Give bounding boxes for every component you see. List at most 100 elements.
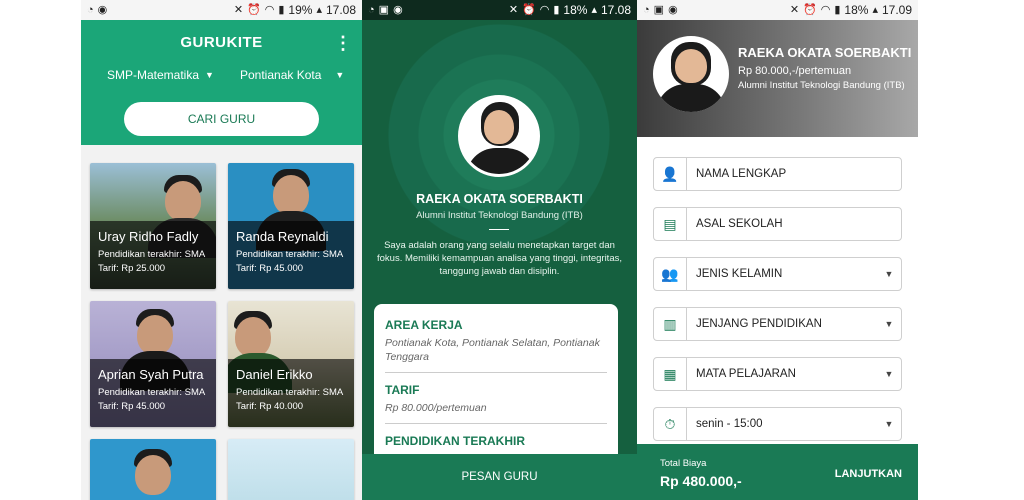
schedule-select[interactable]: ⏱ senin - 15:00 ▼ — [653, 407, 902, 441]
battery-icon: ▮ — [553, 4, 560, 16]
checkout-bar: Total Biaya Rp 480.000,- LANJUTKAN — [637, 444, 918, 500]
teacher-bio: Saya adalah orang yang selalu menetapkan… — [376, 240, 622, 277]
open-book-icon: ▥ — [654, 308, 687, 340]
person-icon: 👤 — [654, 158, 687, 190]
avatar — [653, 36, 729, 112]
teacher-card[interactable] — [90, 439, 216, 500]
whatsapp-icon: ◔ — [643, 4, 650, 16]
teacher-name: Uray Ridho Fadly — [98, 229, 199, 244]
wifi-icon: ◠ — [539, 4, 550, 16]
chat-icon: ◉ — [668, 4, 678, 16]
teacher-info: Randa Reynaldi Pendidikan terakhir: SMA … — [228, 221, 354, 289]
teacher-education: Pendidikan terakhir: SMA — [236, 387, 344, 398]
total-value: Rp 480.000,- — [660, 473, 742, 489]
clock: 17.09 — [881, 3, 912, 17]
teacher-card[interactable] — [228, 439, 354, 500]
city-dropdown[interactable]: Pontianak Kota ▼ — [240, 68, 344, 82]
alarm-icon: ⏰ — [803, 4, 817, 16]
image-icon: ▣ — [378, 4, 390, 16]
people-icon: 👥 — [654, 258, 687, 290]
teacher-info: Aprian Syah Putra Pendidikan terakhir: S… — [90, 359, 216, 427]
gender-select[interactable]: 👥 JENIS KELAMIN ▼ — [653, 257, 902, 291]
book-icon: ▤ — [654, 208, 687, 240]
city-dropdown-label: Pontianak Kota — [240, 68, 322, 82]
chevron-down-icon: ▼ — [335, 70, 345, 80]
chevron-down-icon: ▼ — [884, 319, 894, 329]
teacher-name: Daniel Erikko — [236, 367, 313, 382]
more-menu-icon[interactable]: ⋮ — [334, 33, 352, 54]
tarif-value: Rp 80.000/pertemuan — [385, 402, 487, 414]
school-field[interactable]: ▤ ASAL SEKOLAH — [653, 207, 902, 241]
education-label: PENDIDIKAN TERAKHIR — [385, 434, 526, 448]
level-select[interactable]: ▥ JENJANG PENDIDIKAN ▼ — [653, 307, 902, 341]
battery-icon: ▮ — [278, 4, 285, 16]
app-header: GURUKITE ⋮ SMP-Matematika ▼ Pontianak Ko… — [81, 20, 362, 145]
battery-level: 18% — [844, 3, 869, 17]
continue-button[interactable]: LANJUTKAN — [835, 468, 902, 480]
alarm-icon: ⏰ — [522, 4, 536, 16]
clock: 17.08 — [600, 3, 631, 17]
teacher-name: Randa Reynaldi — [236, 229, 329, 244]
divider — [385, 372, 607, 373]
status-bar: ◔ ◉ ✕ ⏰ ◠ ▮ 19% ▴ 17.08 — [81, 0, 362, 20]
avatar — [458, 95, 540, 177]
teacher-alumni: Alumni Institut Teknologi Bandung (ITB) — [738, 80, 905, 91]
teacher-card[interactable]: Uray Ridho Fadly Pendidikan terakhir: SM… — [90, 163, 216, 289]
battery-level: 18% — [563, 3, 588, 17]
signal-icon: ▴ — [591, 4, 597, 16]
area-label: AREA KERJA — [385, 318, 463, 332]
teacher-photo — [90, 439, 216, 500]
teacher-rate: Rp 80.000,-/pertemuan — [738, 65, 852, 77]
whatsapp-icon: ◔ — [368, 4, 375, 16]
chevron-down-icon: ▼ — [884, 419, 894, 429]
subject-select[interactable]: ▦ MATA PELAJARAN ▼ — [653, 357, 902, 391]
signal-icon: ▴ — [316, 4, 322, 16]
teacher-rate: Tarif: Rp 45.000 — [98, 401, 166, 412]
subject-dropdown[interactable]: SMP-Matematika ▼ — [107, 68, 214, 82]
teacher-education: Pendidikan terakhir: SMA — [98, 249, 206, 260]
phone-teacher-profile: ◔ ▣ ◉ ✕ ⏰ ◠ ▮ 18% ▴ 17.08 RAEKA OKATA SO… — [362, 0, 637, 500]
mute-icon: ✕ — [789, 4, 800, 16]
chat-icon: ◉ — [393, 4, 403, 16]
teacher-education: Pendidikan terakhir: SMA — [98, 387, 206, 398]
tarif-label: TARIF — [385, 383, 420, 397]
whatsapp-icon: ◔ — [87, 4, 94, 16]
teacher-alumni: Alumni Institut Teknologi Bandung (ITB) — [416, 210, 583, 221]
phone-order-form: ◔ ▣ ◉ ✕ ⏰ ◠ ▮ 18% ▴ 17.09 RAEKA OKATA SO… — [637, 0, 918, 500]
total-label: Total Biaya — [660, 458, 707, 469]
status-bar: ◔ ▣ ◉ ✕ ⏰ ◠ ▮ 18% ▴ 17.09 — [637, 0, 918, 20]
teacher-name: RAEKA OKATA SOERBAKTI — [416, 192, 583, 206]
teacher-card[interactable]: Randa Reynaldi Pendidikan terakhir: SMA … — [228, 163, 354, 289]
subject-dropdown-label: SMP-Matematika — [107, 68, 200, 82]
teacher-card[interactable]: Aprian Syah Putra Pendidikan terakhir: S… — [90, 301, 216, 427]
teacher-info: Daniel Erikko Pendidikan terakhir: SMA T… — [228, 359, 354, 427]
search-teacher-button[interactable]: CARI GURU — [124, 102, 319, 136]
divider — [385, 423, 607, 424]
teacher-card[interactable]: Daniel Erikko Pendidikan terakhir: SMA T… — [228, 301, 354, 427]
order-teacher-button[interactable]: PESAN GURU — [362, 454, 637, 500]
teacher-rate: Tarif: Rp 45.000 — [236, 263, 304, 274]
alarm-icon: ⏰ — [247, 4, 261, 16]
notebook-icon: ▦ — [654, 358, 687, 390]
timer-icon: ⏱ — [654, 408, 687, 440]
teacher-name: Aprian Syah Putra — [98, 367, 204, 382]
subject-placeholder: MATA PELAJARAN — [696, 368, 796, 380]
chat-icon: ◉ — [97, 4, 108, 16]
mute-icon: ✕ — [508, 4, 519, 16]
profile-detail-card: AREA KERJA Pontianak Kota, Pontianak Sel… — [374, 304, 618, 464]
clock: 17.08 — [325, 3, 356, 17]
divider — [489, 229, 509, 230]
battery-level: 19% — [288, 3, 313, 17]
wifi-icon: ◠ — [264, 4, 275, 16]
mute-icon: ✕ — [233, 4, 244, 16]
teacher-info: Uray Ridho Fadly Pendidikan terakhir: SM… — [90, 221, 216, 289]
status-bar: ◔ ▣ ◉ ✕ ⏰ ◠ ▮ 18% ▴ 17.08 — [362, 0, 637, 20]
teacher-header: RAEKA OKATA SOERBAKTI Rp 80.000,-/pertem… — [637, 20, 918, 137]
full-name-placeholder: NAMA LENGKAP — [696, 168, 787, 180]
teacher-name: RAEKA OKATA SOERBAKTI — [738, 45, 912, 60]
teacher-education: Pendidikan terakhir: SMA — [236, 249, 344, 260]
full-name-field[interactable]: 👤 NAMA LENGKAP — [653, 157, 902, 191]
gender-placeholder: JENIS KELAMIN — [696, 268, 783, 280]
chevron-down-icon: ▼ — [884, 269, 894, 279]
phone-teacher-list: ◔ ◉ ✕ ⏰ ◠ ▮ 19% ▴ 17.08 GURUKITE ⋮ SMP-M… — [81, 0, 362, 500]
